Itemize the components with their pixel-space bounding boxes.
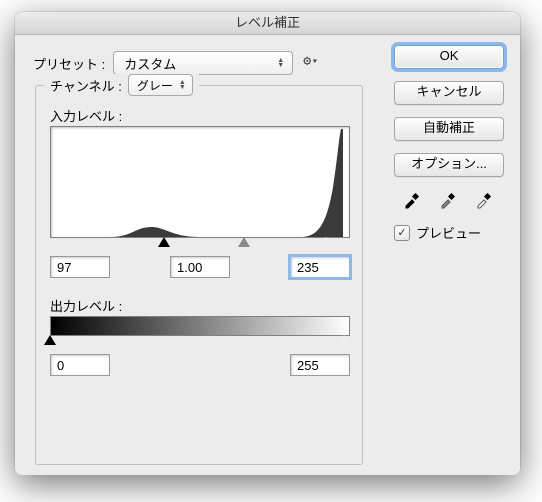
histogram [50, 126, 350, 238]
output-high-slider[interactable] [338, 335, 350, 345]
preview-checkbox[interactable]: ✓ [394, 225, 410, 241]
highlight-slider[interactable] [320, 237, 332, 247]
input-slider-track[interactable] [50, 237, 350, 249]
cancel-button[interactable]: キャンセル [394, 81, 504, 105]
output-low-slider[interactable] [44, 335, 56, 345]
input-highlight-field[interactable]: 235 [290, 256, 350, 278]
channel-fieldset: チャンネル : グレー ▲▼ 入力レベル : [35, 85, 363, 465]
black-eyedropper[interactable] [401, 189, 423, 211]
output-slider-track[interactable] [50, 335, 350, 347]
options-button[interactable]: オプション... [394, 153, 504, 177]
left-pane: プリセット : カスタム ▲▼ チャンネル : [15, 35, 385, 475]
select-arrows-icon: ▲▼ [277, 58, 284, 68]
preview-row[interactable]: ✓ プレビュー [394, 223, 506, 242]
output-values-row: 0 255 [50, 354, 350, 376]
preset-value: カスタム [124, 54, 176, 73]
input-shadow-field[interactable]: 97 [50, 256, 110, 278]
eyedropper-icon [475, 191, 493, 209]
eyedropper-icon [403, 191, 421, 209]
gray-eyedropper[interactable] [437, 189, 459, 211]
channel-select[interactable]: グレー ▲▼ [128, 74, 193, 96]
midtone-slider[interactable] [238, 237, 250, 247]
gear-icon [303, 56, 317, 66]
dialog-title: レベル補正 [15, 12, 520, 35]
input-values-row: 97 1.00 235 [50, 256, 350, 278]
output-gradient [50, 316, 350, 336]
eyedroppers [394, 189, 502, 211]
histogram-graph [51, 127, 349, 237]
white-eyedropper[interactable] [473, 189, 495, 211]
ok-button[interactable]: OK [394, 45, 504, 69]
preset-row: プリセット : カスタム ▲▼ [33, 51, 317, 75]
shadow-slider[interactable] [158, 237, 170, 247]
output-high-field[interactable]: 255 [290, 354, 350, 376]
input-levels-label: 入力レベル : [50, 106, 122, 125]
output-levels-label: 出力レベル : [50, 296, 122, 315]
output-low-field[interactable]: 0 [50, 354, 110, 376]
eyedropper-icon [439, 191, 457, 209]
preset-menu-button[interactable] [303, 56, 317, 70]
preset-label: プリセット : [33, 54, 105, 73]
dialog-body: プリセット : カスタム ▲▼ チャンネル : [15, 35, 520, 475]
channel-row: チャンネル : グレー ▲▼ [44, 74, 199, 96]
input-midtone-field[interactable]: 1.00 [170, 256, 230, 278]
preset-select[interactable]: カスタム ▲▼ [113, 51, 293, 75]
right-pane: OK キャンセル 自動補正 オプション... ✓ プレビュー [394, 45, 506, 242]
auto-button[interactable]: 自動補正 [394, 117, 504, 141]
select-arrows-icon: ▲▼ [179, 80, 186, 90]
levels-dialog: レベル補正 プリセット : カスタム ▲▼ [15, 12, 520, 474]
channel-label: チャンネル : [50, 76, 122, 95]
channel-value: グレー [137, 77, 173, 94]
preview-label: プレビュー [416, 223, 481, 242]
